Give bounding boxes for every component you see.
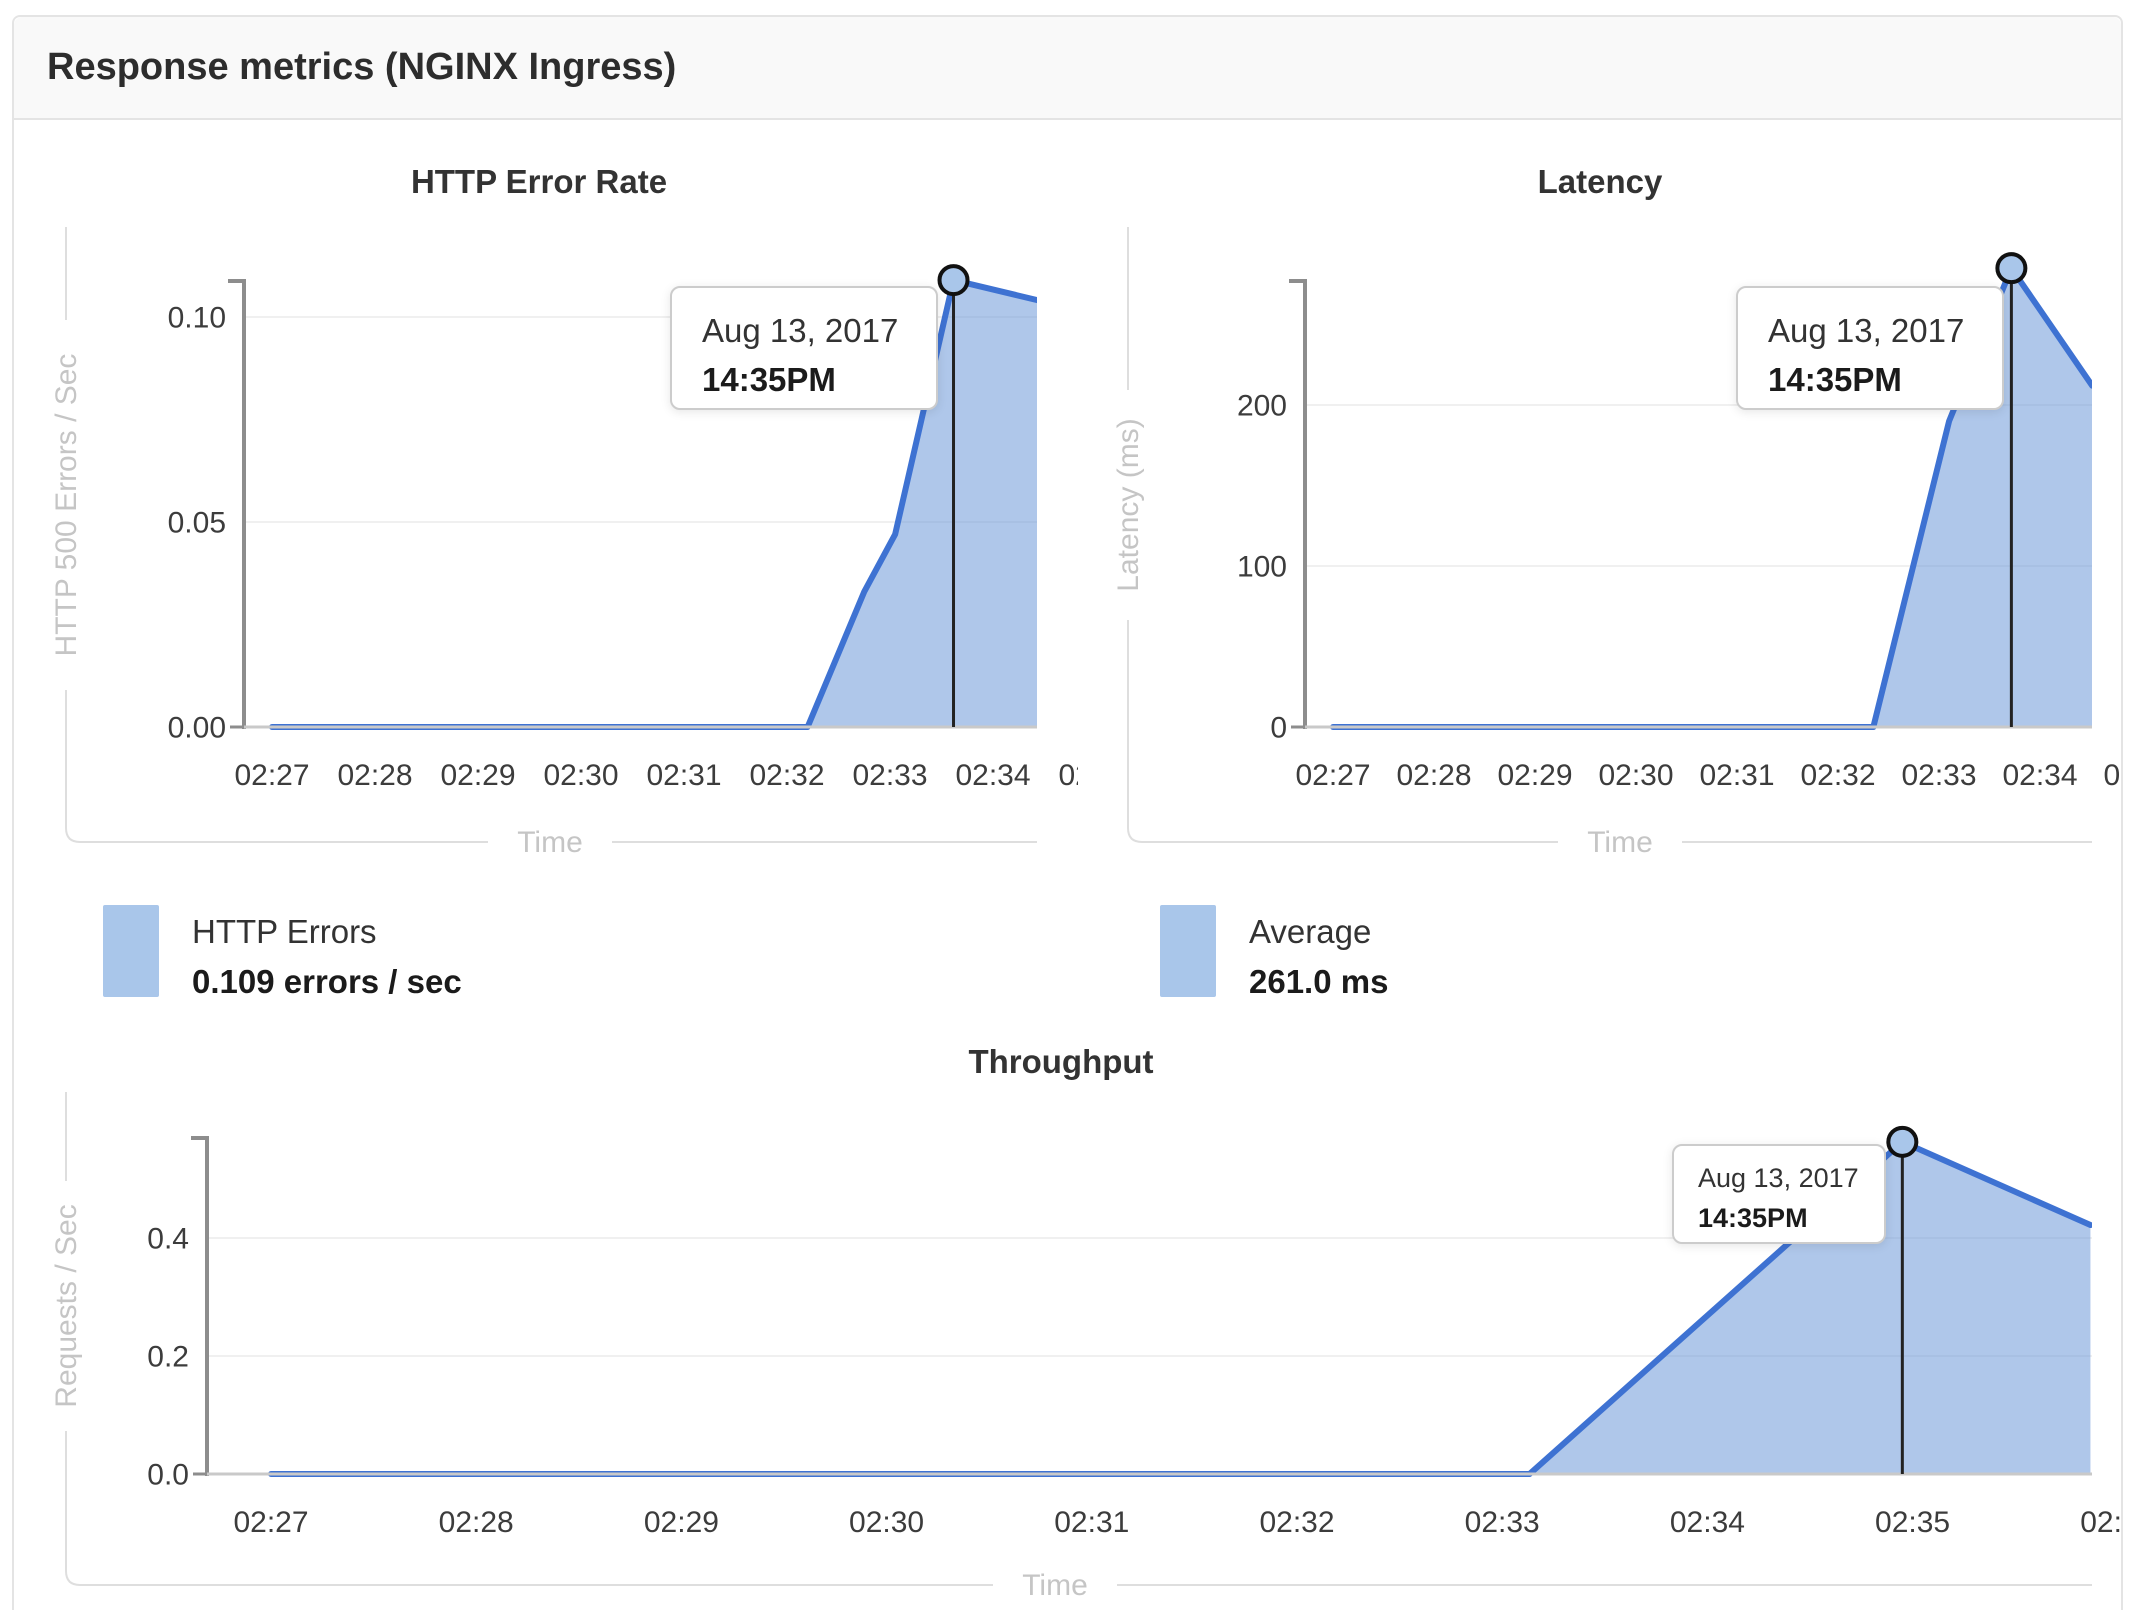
legend-average-latency: Average 261.0 ms — [1160, 905, 1388, 1001]
chart-title-throughput: Throughput — [968, 1043, 1154, 1080]
panel-header: Response metrics (NGINX Ingress) — [14, 17, 2121, 120]
tooltip-date: Aug 13, 2017 — [1698, 1163, 1859, 1193]
legend-value: 0.109 errors / sec — [192, 963, 462, 1000]
legend-label: HTTP Errors — [192, 913, 377, 950]
tooltip-latency: Aug 13, 2017 14:35PM — [1736, 286, 2004, 410]
tooltip-time: 14:35PM — [702, 361, 836, 398]
legend-swatch — [1160, 905, 1216, 997]
chart-title-http-error-rate: HTTP Error Rate — [410, 163, 668, 200]
tooltip-throughput: Aug 13, 2017 14:35PM — [1672, 1144, 1886, 1244]
tooltip-time: 14:35PM — [1698, 1203, 1808, 1233]
legend-http-errors: HTTP Errors 0.109 errors / sec — [103, 905, 462, 1001]
tooltip-http-error-rate: Aug 13, 2017 14:35PM — [670, 286, 938, 410]
tooltip-date: Aug 13, 2017 — [1768, 312, 1965, 349]
legend-swatch — [103, 905, 159, 997]
chart-title-latency: Latency — [1537, 163, 1663, 200]
legend-value: 261.0 ms — [1249, 963, 1389, 1000]
tooltip-date: Aug 13, 2017 — [702, 312, 899, 349]
tooltip-time: 14:35PM — [1768, 361, 1902, 398]
legend-label: Average — [1249, 913, 1372, 950]
panel-title: Response metrics (NGINX Ingress) — [47, 46, 677, 88]
